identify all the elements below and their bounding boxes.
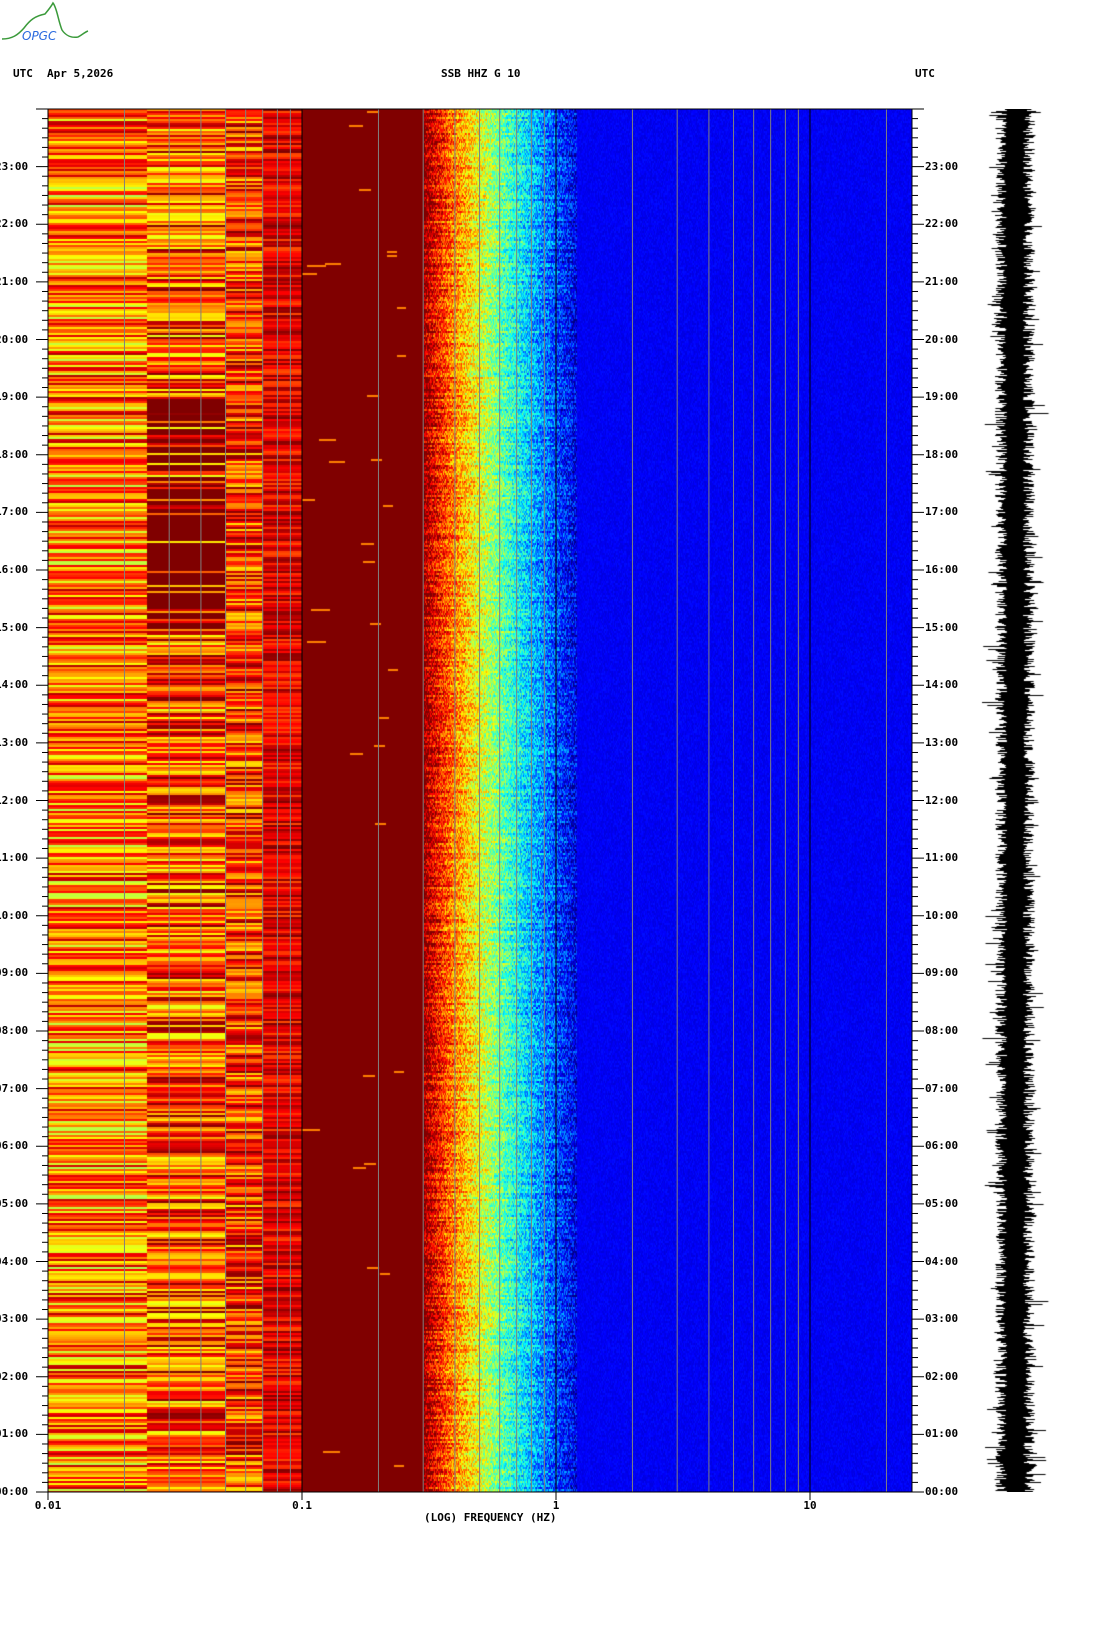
y-tick-label-right: 05:00	[925, 1196, 959, 1210]
y-tick-label-right: 21:00	[925, 274, 959, 288]
y-tick-label-right: 02:00	[925, 1369, 959, 1383]
y-tick-label-left: 21:00	[0, 274, 29, 288]
y-tick-label-left: 03:00	[0, 1312, 29, 1326]
y-tick-label-left: 12:00	[0, 793, 29, 807]
y-tick-label-right: 18:00	[925, 447, 959, 461]
y-tick-label-left: 04:00	[0, 1254, 29, 1268]
y-tick-label-right: 19:00	[925, 390, 959, 404]
y-tick-label-left: 22:00	[0, 217, 29, 231]
y-tick-label-left: 19:00	[0, 390, 29, 404]
y-tick-label-left: 00:00	[0, 1485, 29, 1498]
y-tick-label-left: 06:00	[0, 1139, 29, 1153]
seismogram-trace	[975, 109, 1055, 1492]
y-tick-label-right: 10:00	[925, 908, 959, 922]
y-tick-label-left: 15:00	[0, 620, 29, 634]
y-tick-label-left: 17:00	[0, 505, 29, 519]
y-tick-label-right: 01:00	[925, 1427, 959, 1441]
y-tick-label-left: 05:00	[0, 1196, 29, 1210]
y-tick-label-left: 23:00	[0, 159, 29, 173]
x-tick-label: 0.1	[292, 1499, 312, 1512]
y-tick-label-right: 22:00	[925, 217, 959, 231]
x-axis-title: (LOG) FREQUENCY (HZ)	[424, 1511, 557, 1524]
y-tick-label-left: 18:00	[0, 447, 29, 461]
y-tick-label-right: 09:00	[925, 966, 959, 980]
x-tick-label: 0.01	[34, 1499, 62, 1512]
y-tick-label-right: 17:00	[925, 505, 959, 519]
chart-axes	[36, 108, 924, 1500]
y-tick-label-left: 01:00	[0, 1427, 29, 1441]
y-tick-label-right: 20:00	[925, 332, 959, 346]
y-tick-label-right: 23:00	[925, 159, 959, 173]
y-tick-label-right: 04:00	[925, 1254, 959, 1268]
y-tick-label-left: 11:00	[0, 851, 29, 865]
y-tick-label-right: 15:00	[925, 620, 959, 634]
y-tick-label-right: 16:00	[925, 563, 959, 576]
y-tick-label-right: 12:00	[925, 793, 959, 807]
y-tick-label-right: 13:00	[925, 735, 959, 749]
y-tick-label-right: 00:00	[925, 1485, 959, 1498]
y-tick-label-right: 08:00	[925, 1024, 959, 1037]
y-tick-label-left: 14:00	[0, 678, 29, 692]
y-tick-label-left: 10:00	[0, 908, 29, 922]
y-tick-label-left: 16:00	[0, 563, 29, 576]
y-tick-label-right: 07:00	[925, 1081, 959, 1095]
y-tick-label-right: 14:00	[925, 678, 959, 692]
y-tick-label-right: 11:00	[925, 851, 959, 865]
y-tick-label-left: 20:00	[0, 332, 29, 346]
y-tick-label-left: 07:00	[0, 1081, 29, 1095]
y-tick-label-right: 03:00	[925, 1312, 959, 1326]
y-tick-label-left: 13:00	[0, 735, 29, 749]
y-tick-label-right: 06:00	[925, 1139, 959, 1153]
y-tick-label-left: 02:00	[0, 1369, 29, 1383]
x-tick-label: 10	[803, 1499, 817, 1512]
y-tick-label-left: 08:00	[0, 1024, 29, 1037]
y-tick-label-left: 09:00	[0, 966, 29, 980]
